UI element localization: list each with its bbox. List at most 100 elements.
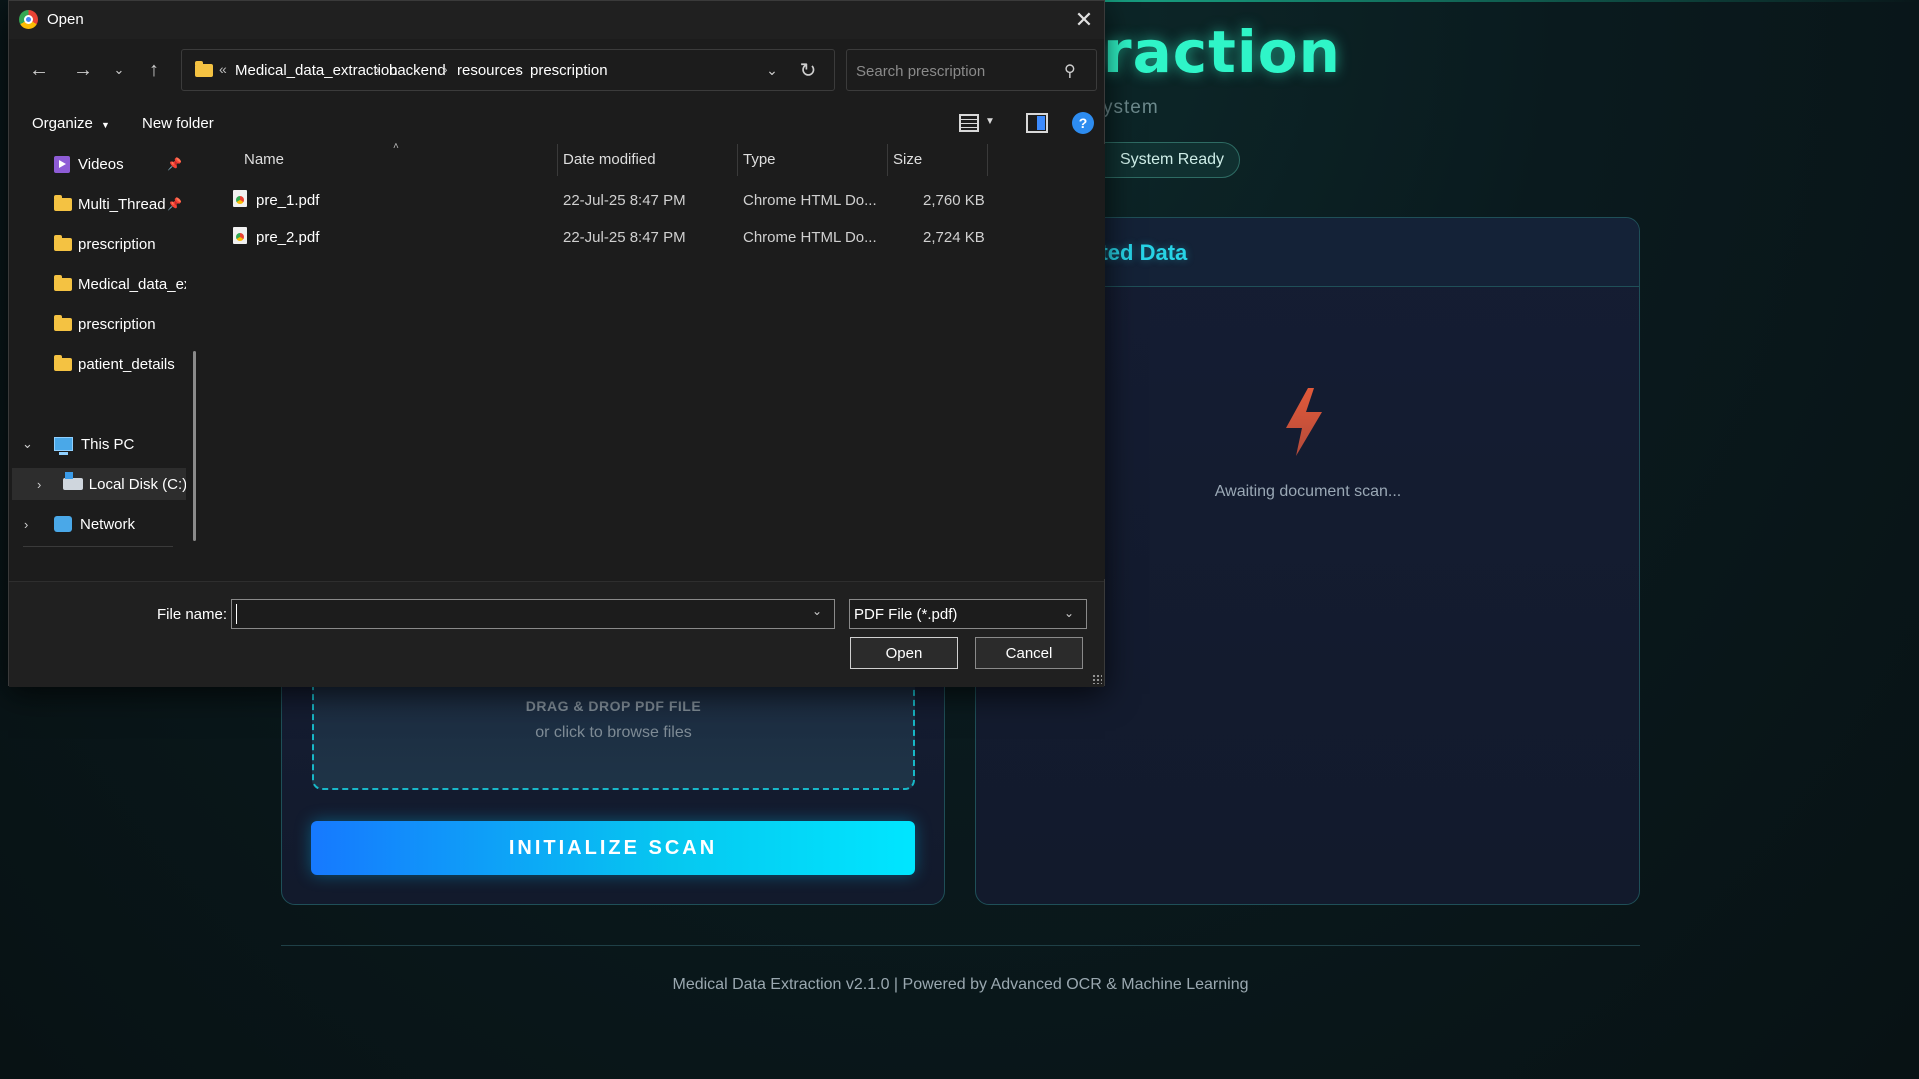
nav-item-label: prescription	[78, 315, 156, 333]
file-open-dialog: Open ✕ ← → ⌄ ↑ « Medical_data_extraction…	[8, 0, 1105, 687]
up-button[interactable]: ↑	[140, 56, 168, 84]
app-title: raction	[1103, 18, 1341, 86]
resize-grip-icon[interactable]	[1092, 674, 1102, 684]
file-type: Chrome HTML Do...	[743, 229, 877, 246]
breadcrumb-item[interactable]: prescription	[530, 62, 608, 79]
folder-icon	[195, 61, 213, 77]
local-disk-icon	[63, 472, 83, 490]
dialog-title: Open	[47, 11, 84, 28]
breadcrumb-item[interactable]: resources	[457, 62, 523, 79]
caret-down-icon: ▼	[101, 120, 110, 130]
address-bar[interactable]: « Medical_data_extraction › backend › re…	[181, 49, 835, 91]
caret-down-icon: ▼	[985, 116, 995, 127]
help-icon: ?	[1078, 115, 1088, 131]
chevron-right-icon: ›	[443, 61, 448, 77]
refresh-icon: ↻	[799, 59, 817, 82]
file-row[interactable]: pre_2.pdf 22-Jul-25 8:47 PM Chrome HTML …	[219, 222, 985, 254]
column-divider[interactable]	[557, 144, 558, 176]
nav-item-medical-data-extraction[interactable]: Medical_data_ex	[9, 268, 189, 300]
back-button[interactable]: ←	[25, 56, 53, 84]
nav-item-label: Multi_Thread	[78, 195, 166, 213]
initialize-scan-button[interactable]: INITIALIZE SCAN	[311, 821, 915, 875]
file-name: pre_1.pdf	[256, 192, 320, 209]
details-view-icon	[959, 114, 979, 132]
cancel-button[interactable]: Cancel	[975, 637, 1083, 669]
computer-icon	[54, 437, 73, 455]
footer-divider	[281, 945, 1640, 946]
nav-item-label: Network	[80, 515, 136, 533]
chevron-right-icon: ›	[375, 61, 380, 77]
organize-menu-button[interactable]: Organize ▼	[32, 115, 110, 132]
lightning-bolt-icon	[1286, 388, 1322, 456]
column-header-type[interactable]: Type	[743, 151, 776, 168]
navigation-pane[interactable]: Videos 📌 Multi_Thread 📌 prescription Med…	[9, 144, 197, 579]
nav-item-videos[interactable]: Videos 📌	[9, 148, 189, 180]
awaiting-message: Awaiting document scan...	[1214, 483, 1402, 500]
chevron-down-icon[interactable]: ⌄	[812, 604, 822, 618]
overflow-marker[interactable]: «	[219, 61, 227, 77]
chevron-down-icon: ⌄	[1064, 606, 1075, 620]
close-button[interactable]: ✕	[1069, 5, 1099, 35]
chevron-down-icon: ⌄	[766, 61, 778, 78]
nav-item-local-disk[interactable]: › Local Disk (C:)	[12, 468, 186, 500]
column-header-size[interactable]: Size	[893, 151, 922, 168]
help-button[interactable]: ?	[1072, 112, 1094, 134]
dropzone-title: DRAG & DROP PDF FILE	[525, 698, 702, 714]
file-type-value: PDF File (*.pdf)	[854, 606, 958, 623]
nav-item-label: prescription	[78, 235, 156, 253]
chevron-right-icon: ›	[24, 516, 29, 532]
pdf-file-icon	[233, 227, 247, 244]
chevron-right-icon: ›	[516, 61, 521, 77]
column-divider[interactable]	[987, 144, 988, 176]
nav-item-multi-thread[interactable]: Multi_Thread 📌	[9, 188, 189, 220]
arrow-right-icon: →	[73, 58, 93, 81]
column-label: Name	[244, 151, 285, 168]
nav-item-this-pc[interactable]: ⌄ This PC	[9, 428, 189, 460]
status-badge: System Ready	[1088, 142, 1240, 178]
file-type-select[interactable]: PDF File (*.pdf) ⌄	[849, 599, 1087, 629]
file-name-label: File name:	[157, 606, 228, 623]
search-icon: ⚲	[1064, 63, 1076, 80]
nav-item-network[interactable]: › Network	[9, 508, 189, 540]
nav-item-patient-details[interactable]: patient_details	[9, 348, 189, 380]
chevron-right-icon: ›	[37, 476, 42, 492]
file-name-combobox[interactable]: ⌄	[231, 599, 835, 629]
pin-icon: 📌	[167, 157, 182, 171]
file-date: 22-Jul-25 8:47 PM	[563, 229, 686, 246]
file-row[interactable]: pre_1.pdf 22-Jul-25 8:47 PM Chrome HTML …	[219, 185, 985, 217]
file-size: 2,724 KB	[923, 229, 985, 246]
forward-button[interactable]: →	[69, 56, 97, 84]
address-history-dropdown[interactable]: ⌄	[760, 58, 784, 82]
refresh-button[interactable]: ↻	[794, 56, 822, 84]
change-view-button[interactable]: ▼	[957, 113, 997, 135]
column-divider[interactable]	[887, 144, 888, 176]
pin-icon: 📌	[167, 197, 182, 211]
search-input[interactable]	[856, 60, 1056, 82]
nav-item-label: Medical_data_ex	[78, 275, 186, 293]
nav-item-prescription[interactable]: prescription	[9, 228, 189, 260]
folder-icon	[54, 354, 72, 371]
preview-pane-button[interactable]	[1026, 113, 1048, 133]
arrow-left-icon: ←	[29, 58, 49, 81]
nav-item-label: This PC	[81, 435, 135, 453]
dialog-titlebar[interactable]: Open ✕	[9, 1, 1104, 39]
column-header-date[interactable]: Date modified	[563, 151, 656, 168]
breadcrumb-item[interactable]: Medical_data_extraction	[235, 62, 398, 79]
column-divider[interactable]	[737, 144, 738, 176]
file-name-input[interactable]	[236, 604, 796, 624]
nav-scrollbar[interactable]	[193, 351, 196, 541]
pdf-file-icon	[233, 190, 247, 207]
nav-item-prescription[interactable]: prescription	[9, 308, 189, 340]
new-folder-button[interactable]: New folder	[142, 115, 214, 132]
organize-label: Organize	[32, 115, 93, 132]
file-size: 2,760 KB	[923, 192, 985, 209]
breadcrumb-item[interactable]: backend	[389, 62, 446, 79]
search-box[interactable]: ⚲	[846, 49, 1097, 91]
pdf-dropzone[interactable]: DRAG & DROP PDF FILE or click to browse …	[312, 680, 915, 790]
file-list[interactable]: Name ˄ Date modified Type Size pre_1.pdf…	[207, 141, 1105, 579]
column-header-name[interactable]: Name	[244, 151, 284, 168]
folder-icon	[54, 274, 72, 291]
open-button[interactable]: Open	[850, 637, 958, 669]
recent-locations-button[interactable]: ⌄	[105, 56, 133, 84]
folder-icon	[54, 314, 72, 331]
